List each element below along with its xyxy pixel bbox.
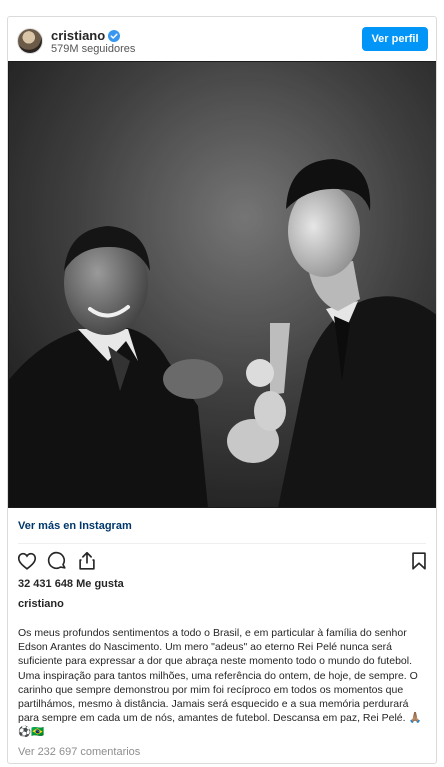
- likes-count[interactable]: 32 431 648 Me gusta: [18, 578, 124, 590]
- username-row: cristiano: [51, 28, 121, 43]
- action-bar: [16, 550, 430, 574]
- post-caption: Os meus profundos sentimentos a todo o B…: [18, 627, 422, 739]
- post-image[interactable]: [8, 61, 436, 508]
- see-more-on-instagram-link[interactable]: Ver más en Instagram: [18, 520, 132, 532]
- verified-badge-icon: [108, 29, 121, 42]
- caption-username[interactable]: cristiano: [18, 598, 64, 610]
- avatar[interactable]: [17, 28, 43, 54]
- view-profile-button[interactable]: Ver perfil: [362, 27, 428, 51]
- comment-icon[interactable]: [46, 550, 68, 572]
- post-header: cristiano 579M seguidores Ver perfil: [8, 17, 436, 61]
- post-photo: [8, 61, 436, 508]
- username[interactable]: cristiano: [51, 28, 105, 43]
- divider: [18, 543, 426, 544]
- heart-icon[interactable]: [16, 550, 38, 572]
- followers-count: 579M seguidores: [51, 43, 136, 55]
- view-comments-link[interactable]: Ver 232 697 comentarios: [18, 746, 140, 758]
- share-icon[interactable]: [76, 550, 98, 572]
- bookmark-icon[interactable]: [408, 550, 430, 572]
- instagram-embed-card: cristiano 579M seguidores Ver perfil Ver…: [7, 16, 437, 764]
